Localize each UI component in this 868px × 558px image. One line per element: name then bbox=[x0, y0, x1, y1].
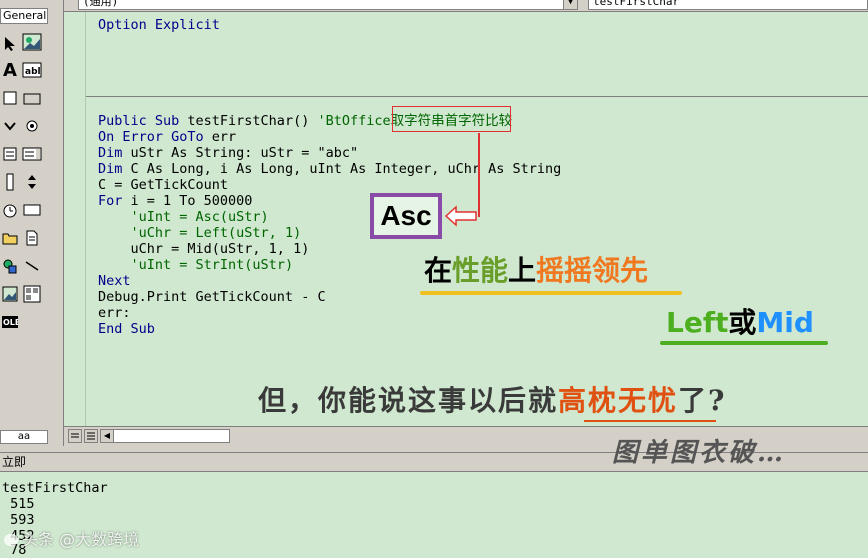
svg-text:abl: abl bbox=[25, 67, 41, 77]
option-explicit-line[interactable]: Option Explicit bbox=[98, 17, 220, 33]
code-line-6[interactable]: For i = 1 To 500000 bbox=[98, 193, 252, 209]
textfield-icon[interactable] bbox=[22, 200, 42, 220]
code-text: err: bbox=[98, 305, 131, 321]
full-module-view-button[interactable] bbox=[84, 429, 98, 443]
caption-part: 性能 bbox=[452, 254, 509, 287]
code-line-3[interactable]: Dim uStr As String: uStr = "abc" bbox=[98, 145, 358, 161]
commandbutton-icon[interactable] bbox=[22, 88, 42, 108]
timer-icon[interactable] bbox=[0, 200, 20, 220]
code-line-5[interactable]: C = GetTickCount bbox=[98, 177, 228, 193]
comment-highlight-box bbox=[392, 106, 511, 132]
watermark: 头条 @大数跨境 bbox=[22, 530, 140, 549]
object-combo[interactable]: (通用) ▼ bbox=[78, 0, 578, 10]
data-icon[interactable] bbox=[22, 284, 42, 304]
code-comment: 'uInt = StrInt(uStr) bbox=[130, 257, 294, 273]
left-or-mid-caption: Left或Mid bbox=[666, 306, 814, 340]
performance-caption: 在性能上摇摇领先 bbox=[424, 254, 648, 288]
picture-icon[interactable] bbox=[0, 284, 20, 304]
line-icon[interactable] bbox=[22, 256, 42, 276]
code-keyword: For bbox=[98, 193, 131, 209]
toolbox-panel: General A abl OLE aa bbox=[0, 0, 64, 446]
code-text: Debug.Print GetTickCount - C bbox=[98, 289, 326, 305]
pointer-icon[interactable] bbox=[0, 34, 20, 54]
or-label: 或 bbox=[728, 306, 757, 339]
procedure-separator bbox=[86, 96, 868, 97]
toolbox-title[interactable]: General bbox=[0, 8, 48, 24]
code-keyword: Dim bbox=[98, 145, 131, 161]
code-line-11[interactable]: Next bbox=[98, 273, 131, 289]
code-text: uStr As String: uStr = "abc" bbox=[130, 145, 359, 161]
left-arrow-icon bbox=[444, 205, 477, 227]
left-label: Left bbox=[666, 306, 729, 339]
immediate-line: 593 bbox=[2, 512, 35, 528]
code-line-4[interactable]: Dim C As Long, i As Long, uInt As Intege… bbox=[98, 161, 561, 177]
code-text: uChr = Mid(uStr, 1, 1) bbox=[98, 241, 310, 257]
immediate-line: testFirstChar bbox=[2, 480, 108, 496]
code-line-2[interactable]: On Error GoTo err bbox=[98, 129, 236, 145]
caption-part: 了? bbox=[678, 384, 727, 417]
caption-highlight: 高枕无忧 bbox=[558, 384, 679, 417]
code-line-14[interactable]: End Sub bbox=[98, 321, 155, 337]
procedure-combo-value: testFirstChar bbox=[593, 0, 680, 8]
caption-underline bbox=[420, 291, 682, 295]
checkbox-icon[interactable] bbox=[0, 116, 20, 136]
watermark-logo-icon bbox=[4, 534, 18, 546]
caption-part: 在 bbox=[424, 254, 453, 287]
frame-icon[interactable] bbox=[0, 88, 20, 108]
code-text: C As Long, i As Long, uInt As Integer, u… bbox=[130, 161, 562, 177]
code-text: C = GetTickCount bbox=[98, 177, 229, 193]
horizontal-scrollbar[interactable] bbox=[100, 429, 230, 443]
code-comment: 'uChr = Left(uStr, 1) bbox=[130, 225, 302, 241]
object-combo-value: (通用) bbox=[83, 0, 119, 8]
highlight-connector-line bbox=[478, 133, 480, 217]
code-text: testFirstChar() bbox=[187, 113, 318, 129]
toolbox-tab[interactable]: aa bbox=[0, 430, 48, 444]
scrollbar-icon[interactable] bbox=[0, 172, 20, 192]
code-keyword: Public Sub bbox=[98, 113, 188, 129]
scroll-left-arrow-icon[interactable]: ◀ bbox=[100, 429, 114, 443]
label-icon[interactable]: A bbox=[0, 60, 20, 81]
ole-icon[interactable]: OLE bbox=[0, 312, 20, 332]
question-caption: 但，你能说这事以后就高枕无忧了? bbox=[258, 383, 726, 419]
immediate-line: 515 bbox=[2, 496, 35, 512]
combobox-icon[interactable] bbox=[0, 144, 20, 164]
mid-label: Mid bbox=[756, 306, 814, 339]
image-icon[interactable] bbox=[22, 32, 42, 52]
highlight-underline bbox=[584, 420, 716, 422]
code-line-9[interactable]: uChr = Mid(uStr, 1, 1) bbox=[98, 241, 310, 257]
file-icon[interactable] bbox=[22, 228, 42, 248]
code-keyword: Dim bbox=[98, 161, 131, 177]
code-window-header: (通用) ▼ testFirstChar bbox=[64, 0, 868, 12]
optionbutton-icon[interactable] bbox=[22, 116, 42, 136]
code-text: err bbox=[211, 129, 237, 145]
code-margin bbox=[64, 12, 86, 426]
textbox-icon[interactable]: abl bbox=[22, 60, 42, 80]
code-comment: 'uInt = Asc(uStr) bbox=[130, 209, 269, 225]
shape-icon[interactable] bbox=[0, 256, 20, 276]
left-mid-underline bbox=[660, 341, 828, 345]
code-line-10[interactable]: 'uInt = StrInt(uStr) bbox=[98, 257, 294, 273]
caption-part: 上 bbox=[508, 254, 537, 287]
listbox-icon[interactable] bbox=[22, 144, 42, 164]
procedure-combo[interactable]: testFirstChar bbox=[588, 0, 868, 10]
spinbutton-icon[interactable] bbox=[22, 172, 42, 192]
chevron-down-icon[interactable]: ▼ bbox=[563, 0, 577, 9]
svg-text:OLE: OLE bbox=[3, 318, 18, 327]
asc-label: Asc bbox=[370, 193, 442, 239]
code-line-13[interactable]: err: bbox=[98, 305, 131, 321]
code-line-12[interactable]: Debug.Print GetTickCount - C bbox=[98, 289, 326, 305]
procedure-view-button[interactable] bbox=[68, 429, 82, 443]
code-text: i = 1 To 500000 bbox=[130, 193, 253, 209]
folder-icon[interactable] bbox=[0, 228, 20, 248]
caption-part: 摇摇领先 bbox=[536, 254, 649, 287]
code-line-7[interactable]: 'uInt = Asc(uStr) bbox=[98, 209, 269, 225]
signature-text: 图单图衣破… bbox=[612, 438, 787, 468]
code-keyword: On Error GoTo bbox=[98, 129, 212, 145]
caption-part: 但，你能说这事以后就 bbox=[258, 384, 559, 417]
code-line-8[interactable]: 'uChr = Left(uStr, 1) bbox=[98, 225, 302, 241]
